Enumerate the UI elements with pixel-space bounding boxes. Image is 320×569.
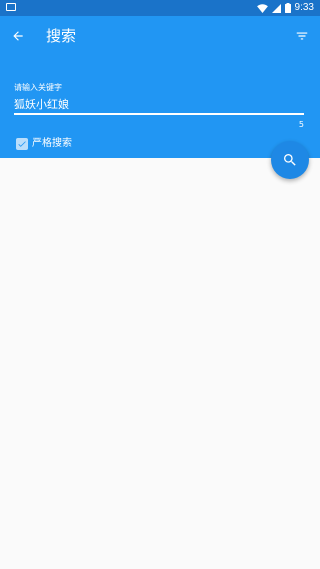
search-icon xyxy=(284,154,296,166)
app-bar: 搜索 请输入关键字 5 严格搜索 xyxy=(0,16,320,158)
wifi-icon xyxy=(256,3,268,13)
back-button[interactable] xyxy=(6,24,30,48)
status-time: 9:33 xyxy=(294,2,314,13)
status-bar: 9:33 xyxy=(0,0,320,16)
check-icon xyxy=(18,141,26,147)
battery-icon xyxy=(284,3,291,13)
signal-icon xyxy=(271,3,281,13)
char-counter: 5 xyxy=(298,120,304,129)
search-fab-button[interactable] xyxy=(271,141,309,179)
strict-search-label: 严格搜索 xyxy=(32,138,72,149)
filter-button[interactable] xyxy=(290,24,314,48)
page-title: 搜索 xyxy=(46,27,77,45)
arrow-back-icon xyxy=(13,31,23,41)
filter-icon xyxy=(296,32,308,40)
notification-icon xyxy=(6,3,16,11)
strict-search-option[interactable]: 严格搜索 xyxy=(16,137,72,151)
search-screen: 9:33 搜索 请输入关键字 5 严格搜索 xyxy=(0,0,320,569)
search-input-underline xyxy=(14,113,304,115)
search-input[interactable] xyxy=(14,96,302,112)
status-bar-right: 9:33 xyxy=(256,0,314,16)
search-input-label: 请输入关键字 xyxy=(14,83,62,92)
strict-search-checkbox[interactable] xyxy=(16,138,28,150)
